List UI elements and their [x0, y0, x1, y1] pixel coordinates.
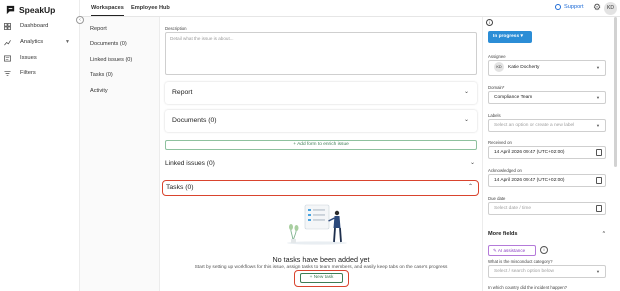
chevron-up-icon: ⌃ [601, 231, 606, 237]
info-icon[interactable]: i [540, 246, 548, 254]
chevron-down-icon: ▼ [596, 269, 600, 274]
received-on-label: Received on [488, 140, 512, 145]
analytics-icon [4, 39, 11, 45]
issue-main-content: Description Detail what the issue is abo… [160, 17, 482, 291]
support-label: Support [564, 4, 584, 10]
ai-assistance-label: AI assistance [497, 248, 526, 253]
issues-icon [4, 55, 11, 61]
tab-employee-hub[interactable]: Employee Hub [131, 5, 170, 11]
tab-workspaces[interactable]: Workspaces [91, 5, 124, 16]
nav-item-label: Analytics [20, 39, 44, 45]
app-logo-text: SpeakUp [19, 4, 56, 15]
nav-item-dashboard[interactable]: Dashboard [4, 20, 76, 32]
documents-section-title: Documents (0) [172, 117, 217, 124]
chevron-down-icon[interactable]: ⌄ [464, 116, 469, 123]
chevron-down-icon: ▼ [596, 65, 600, 70]
linked-issues-section[interactable]: Linked issues (0) ⌄ [165, 158, 477, 172]
issue-details-panel: i In progress ▾ Assignee KD Katie Dochert… [482, 17, 620, 291]
calendar-icon[interactable] [596, 205, 602, 212]
due-date-field[interactable]: Select date / time [488, 202, 606, 215]
chevron-down-icon[interactable]: ⌄ [470, 159, 475, 166]
gear-icon[interactable]: ⚙ [593, 3, 601, 12]
domain-select[interactable]: Compliance Team ▼ [488, 91, 606, 104]
assignee-select[interactable]: KD Katie Docherty ▼ [488, 60, 606, 76]
chevron-down-icon[interactable]: ⌄ [464, 88, 469, 95]
left-nav: SpeakUp Dashboard Analytics ▼ Issues Fil… [0, 0, 80, 291]
chevron-down-icon: ▼ [596, 123, 600, 128]
calendar-icon[interactable] [596, 177, 602, 184]
domain-value: Compliance Team [494, 95, 533, 100]
empty-state-title: No tasks have been added yet [272, 255, 370, 264]
empty-tasks-illustration [287, 204, 347, 245]
labels-select[interactable]: Select an option or create a new label ▼ [488, 119, 606, 132]
chevron-down-icon[interactable]: ▼ [65, 39, 70, 45]
chevron-down-icon: ▼ [596, 95, 600, 100]
ai-assistance-button[interactable]: ✎ AI assistance [488, 245, 536, 256]
collapse-sidebar-button[interactable]: ‹ [76, 16, 84, 24]
dashboard-icon [4, 22, 11, 30]
submenu-item-linked-issues[interactable]: Linked issues (0) [90, 57, 132, 63]
assignee-label: Assignee [488, 54, 506, 59]
report-section-title: Report [172, 89, 193, 96]
report-section[interactable]: Report ⌄ [165, 82, 477, 104]
assignee-name: Katie Docherty [508, 65, 540, 70]
avatar[interactable]: KD [604, 2, 617, 15]
scrollbar[interactable] [614, 17, 617, 167]
acknowledged-on-value: 14 April 2026 09:47 (UTC+02:00) [494, 178, 565, 183]
nav-item-label: Filters [20, 70, 36, 76]
documents-section[interactable]: Documents (0) ⌄ [165, 110, 477, 132]
labels-placeholder: Select an option or create a new label [494, 123, 575, 128]
nav-item-analytics[interactable]: Analytics ▼ [4, 36, 76, 48]
due-date-placeholder: Select date / time [494, 206, 532, 211]
app-root: SpeakUp Dashboard Analytics ▼ Issues Fil… [0, 0, 620, 291]
tasks-section-title: Tasks (0) [166, 184, 194, 191]
nav-item-filters[interactable]: Filters [4, 67, 76, 79]
tasks-section-header[interactable]: Tasks (0) ⌃ [162, 180, 479, 196]
category-label: What is the misconduct category? [488, 259, 553, 264]
more-fields-label: More fields [488, 231, 518, 237]
category-placeholder: Select / search option below [494, 269, 554, 274]
category-select[interactable]: Select / search option below ▼ [488, 265, 606, 278]
speakup-logo-icon [6, 5, 15, 15]
filters-icon [4, 70, 11, 76]
support-link[interactable]: Support [555, 4, 584, 10]
add-form-button[interactable]: + Add form to enrich issue [165, 140, 477, 150]
acknowledged-on-label: Acknowledged on [488, 168, 522, 173]
more-fields-toggle[interactable]: More fields ⌃ [488, 231, 606, 237]
nav-item-label: Dashboard [20, 23, 49, 29]
nav-item-issues[interactable]: Issues [4, 52, 76, 64]
assignee-avatar: KD [494, 61, 504, 72]
submenu-item-tasks[interactable]: Tasks (0) [90, 72, 113, 78]
info-icon[interactable]: i [486, 19, 493, 26]
country-label: In which country did the incident happen… [488, 285, 568, 290]
due-date-label: Due date [488, 196, 506, 201]
acknowledged-on-field[interactable]: 14 April 2026 09:47 (UTC+02:00) [488, 174, 606, 187]
received-on-field[interactable]: 14 April 2026 09:47 (UTC+02:00) [488, 146, 606, 159]
linked-issues-title: Linked issues (0) [165, 160, 215, 167]
description-textarea[interactable]: Detail what the issue is about... [165, 32, 477, 75]
top-bar: Workspaces Employee Hub Support ⚙ KD [80, 0, 620, 17]
received-on-value: 14 April 2026 09:47 (UTC+02:00) [494, 150, 565, 155]
submenu-item-activity[interactable]: Activity [90, 88, 108, 94]
labels-label: Labels [488, 113, 501, 118]
domain-label: Domain* [488, 85, 505, 90]
issue-section-menu: Report Documents (0) Linked issues (0) T… [80, 17, 160, 291]
submenu-item-documents[interactable]: Documents (0) [90, 41, 127, 47]
submenu-item-report[interactable]: Report [90, 26, 107, 32]
support-icon [555, 4, 561, 10]
app-logo[interactable]: SpeakUp [5, 4, 55, 15]
new-task-button[interactable]: + New task [300, 273, 343, 283]
status-dropdown-button[interactable]: In progress ▾ [488, 31, 532, 43]
description-label: Description [165, 26, 187, 31]
nav-item-label: Issues [20, 55, 37, 61]
calendar-icon[interactable] [596, 149, 602, 156]
chevron-up-icon[interactable]: ⌃ [468, 183, 473, 190]
